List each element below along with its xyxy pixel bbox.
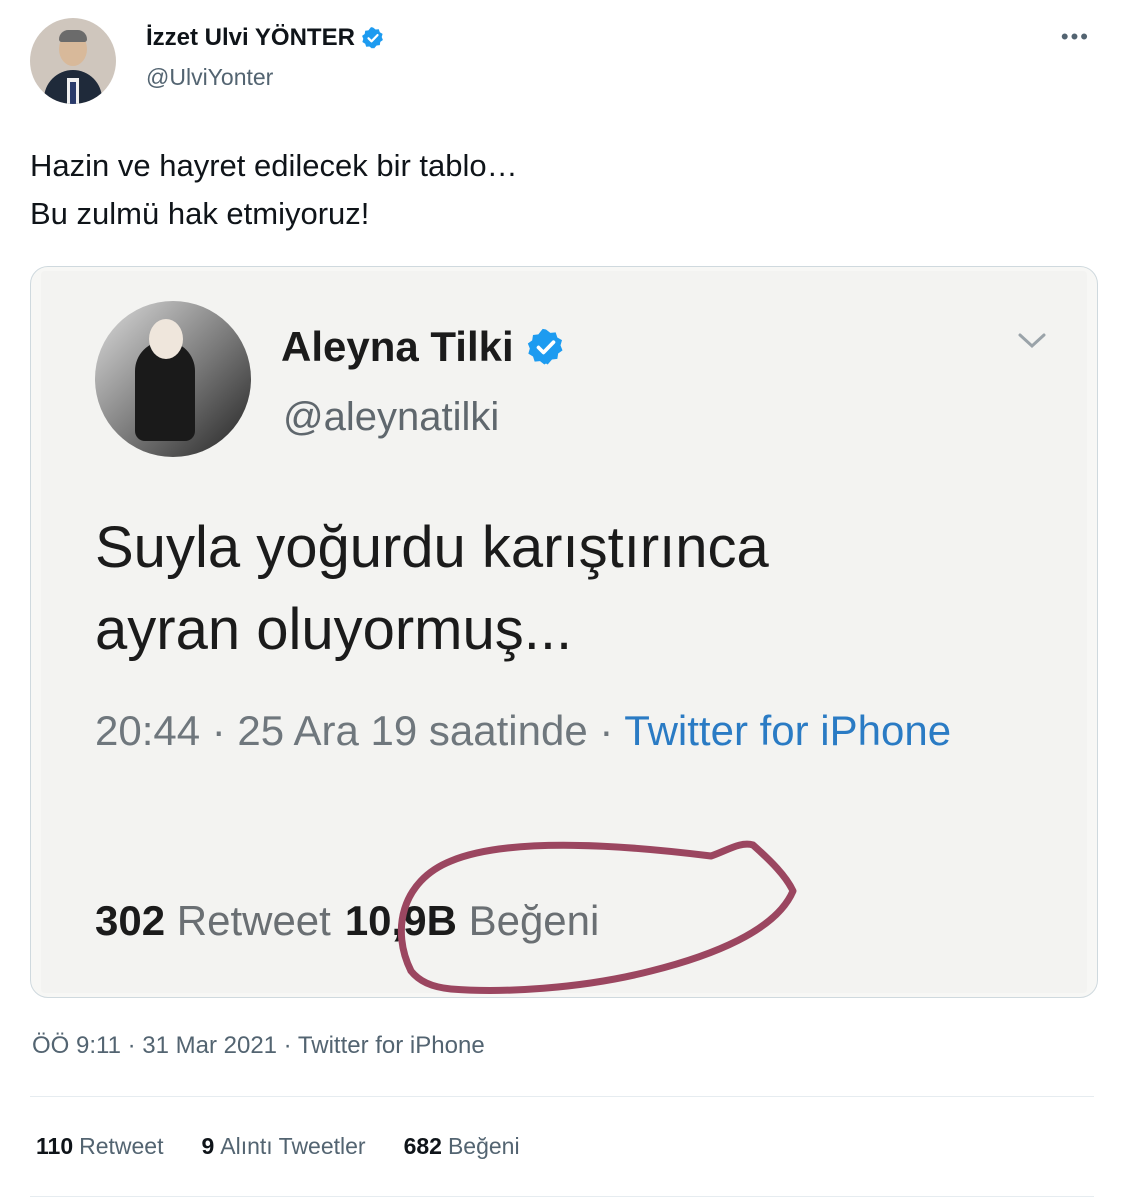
embedded-line-1: Suyla yoğurdu karıştırınca [95, 515, 769, 580]
embedded-like-count: 10,9B [344, 897, 457, 944]
embedded-retweets: 302 Retweet [95, 897, 331, 945]
divider-bottom [30, 1196, 1094, 1197]
avatar-tie [70, 82, 76, 104]
divider [30, 1096, 1094, 1097]
retweets-label: Retweet [79, 1133, 164, 1159]
screenshot-area: Aleyna Tilki @aleynatilki Suyla yoğurdu … [41, 271, 1087, 994]
quotes-stat[interactable]: 9 Alıntı Tweetler [201, 1133, 365, 1160]
chevron-down-icon [1018, 333, 1046, 349]
author-handle[interactable]: @UlviYonter [146, 64, 273, 91]
avatar-hair [59, 30, 87, 42]
embedded-tweet-text: Suyla yoğurdu karıştırınca ayran oluyorm… [95, 507, 769, 671]
likes-stat[interactable]: 682 Beğeni [404, 1133, 520, 1160]
tweet-text: Hazin ve hayret edilecek bir tablo… Bu z… [30, 142, 518, 238]
tweet-stats: 110 Retweet 9 Alıntı Tweetler 682 Beğeni [36, 1133, 520, 1160]
embedded-name-row: Aleyna Tilki [281, 323, 566, 371]
author-name[interactable]: İzzet Ulvi YÖNTER [146, 24, 355, 52]
embedded-name: Aleyna Tilki [281, 323, 514, 370]
embedded-line-2: ayran oluyormuş... [95, 597, 573, 662]
likes-label: Beğeni [447, 1133, 520, 1159]
likes-count: 682 [403, 1133, 442, 1159]
embedded-likes: 10,9B Beğeni [345, 897, 600, 945]
quotes-count: 9 [201, 1133, 215, 1159]
embedded-avatar [95, 301, 251, 457]
embedded-retweet-count: 302 [95, 897, 166, 944]
tweet-header: İzzet Ulvi YÖNTER @UlviYonter ••• [30, 18, 1104, 108]
more-options-icon[interactable]: ••• [1061, 24, 1090, 50]
author-name-row[interactable]: İzzet Ulvi YÖNTER [146, 24, 385, 52]
embedded-stats: 302 Retweet 10,9B Beğeni [95, 897, 599, 945]
retweets-count: 110 [36, 1133, 74, 1159]
embedded-verified-badge-icon [527, 328, 563, 365]
author-avatar[interactable] [30, 18, 116, 104]
embedded-like-label: Beğeni [468, 897, 600, 944]
embedded-avatar-face [149, 319, 183, 359]
embedded-image[interactable]: Aleyna Tilki @aleynatilki Suyla yoğurdu … [30, 266, 1098, 998]
retweets-stat[interactable]: 110 Retweet [36, 1133, 163, 1160]
embedded-meta: 20:44 · 25 Ara 19 saatinde · Twitter for… [95, 697, 995, 765]
embedded-retweet-label: Retweet [176, 897, 331, 944]
quotes-label: Alıntı Tweetler [220, 1133, 366, 1159]
tweet-timestamp[interactable]: ÖÖ 9:11 · 31 Mar 2021 · Twitter for iPho… [32, 1032, 485, 1060]
embedded-source: Twitter for iPhone [624, 707, 952, 754]
tweet-line-2: Bu zulmü hak etmiyoruz! [30, 196, 370, 231]
verified-badge-icon [362, 27, 383, 49]
tweet-line-1: Hazin ve hayret edilecek bir tablo… [30, 148, 518, 183]
embedded-time-date: 20:44 · 25 Ara 19 saatinde · [95, 707, 625, 754]
embedded-handle: @aleynatilki [283, 395, 500, 439]
